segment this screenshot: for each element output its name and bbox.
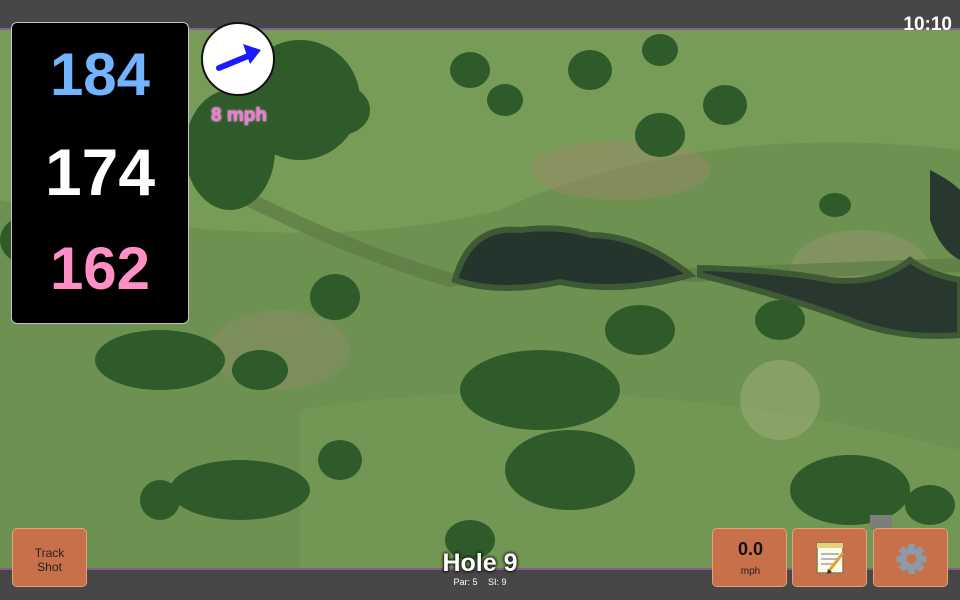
wind-dial[interactable]	[201, 22, 275, 96]
notepad-icon	[816, 542, 845, 574]
wind-speed-label: 8 mph	[211, 105, 267, 126]
distance-panel: 184 174 162	[11, 22, 189, 324]
track-shot-label-line1: Track	[34, 546, 65, 560]
track-shot-label-line2: Shot	[37, 560, 62, 574]
speed-value: 0.0	[737, 539, 764, 559]
hole-stroke-index: SI: 9	[488, 577, 507, 587]
speed-unit: mph	[740, 566, 761, 577]
gear-icon	[896, 544, 927, 574]
settings-button[interactable]	[873, 528, 948, 587]
distance-middle-value: 174	[44, 135, 156, 209]
hole-meta: Par: 5 SI: 9	[380, 577, 580, 587]
hole-title: Hole 9	[442, 549, 518, 577]
notes-button[interactable]	[792, 528, 867, 587]
distance-front-value: 162	[49, 235, 151, 302]
distance-back-value: 184	[49, 41, 151, 108]
speed-button[interactable]: 0.0 mph	[712, 528, 787, 587]
arrow-right-up-icon	[216, 44, 261, 71]
hole-par: Par: 5	[453, 577, 478, 587]
track-shot-button[interactable]: Track Shot	[12, 528, 87, 587]
